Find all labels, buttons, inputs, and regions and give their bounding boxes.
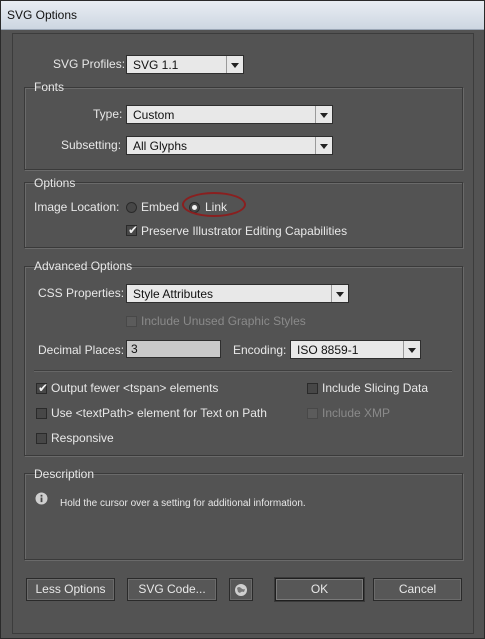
subsetting-label: Subsetting:: [61, 138, 122, 152]
web-preview-button[interactable]: [229, 578, 253, 601]
css-properties-value: Style Attributes: [133, 287, 214, 301]
embed-radio[interactable]: [126, 202, 137, 213]
use-textpath-checkbox[interactable]: [36, 408, 47, 419]
css-properties-label: CSS Properties:: [38, 286, 125, 300]
image-location-label: Image Location:: [34, 200, 120, 214]
chevron-down-icon: [331, 285, 348, 302]
embed-label[interactable]: Embed: [141, 200, 179, 214]
use-textpath-label[interactable]: Use <textPath> element for Text on Path: [51, 406, 267, 420]
dialog-body: SVG Profiles: SVG 1.1 Fonts Type: Custom…: [12, 33, 474, 634]
preserve-editing-checkbox[interactable]: ✔: [126, 223, 139, 237]
window-title: SVG Options: [7, 8, 78, 22]
chevron-down-icon: [226, 56, 243, 73]
chevron-down-icon: [315, 137, 332, 154]
encoding-value: ISO 8859-1: [297, 343, 359, 357]
options-group-title: Options: [34, 176, 76, 190]
subsetting-select[interactable]: All Glyphs: [126, 136, 333, 155]
svg-profiles-value: SVG 1.1: [133, 58, 179, 72]
font-type-select[interactable]: Custom: [126, 105, 333, 124]
svg-options-dialog: SVG Options SVG Profiles: SVG 1.1 Fonts …: [0, 0, 485, 639]
subsetting-value: All Glyphs: [133, 139, 188, 153]
svg-code-button[interactable]: SVG Code...: [127, 578, 217, 601]
less-options-button[interactable]: Less Options: [26, 578, 115, 601]
globe-icon: [234, 583, 248, 604]
preserve-editing-label[interactable]: Preserve Illustrator Editing Capabilitie…: [141, 224, 347, 238]
advanced-options-title: Advanced Options: [34, 259, 133, 273]
options-group: [24, 182, 463, 248]
info-icon: [35, 492, 48, 508]
encoding-label: Encoding:: [233, 343, 287, 357]
font-type-label: Type:: [93, 107, 123, 121]
title-bar[interactable]: SVG Options: [1, 1, 484, 30]
include-unused-styles-label: Include Unused Graphic Styles: [141, 314, 306, 328]
include-slicing-data-checkbox[interactable]: [307, 383, 318, 394]
css-properties-select[interactable]: Style Attributes: [126, 284, 349, 303]
responsive-label[interactable]: Responsive: [51, 431, 114, 445]
description-title: Description: [34, 467, 95, 481]
include-xmp-checkbox: [307, 408, 318, 419]
svg-profiles-select[interactable]: SVG 1.1: [126, 55, 244, 74]
svg-profiles-label: SVG Profiles:: [53, 57, 126, 71]
include-slicing-data-label[interactable]: Include Slicing Data: [322, 381, 428, 395]
fonts-group-title: Fonts: [34, 80, 65, 94]
decimal-places-label: Decimal Places:: [38, 343, 125, 357]
fonts-group: [24, 87, 463, 170]
include-xmp-label: Include XMP: [322, 406, 391, 420]
chevron-down-icon: [315, 106, 332, 123]
cancel-button[interactable]: Cancel: [373, 578, 462, 601]
checkmark-icon: ✔: [38, 381, 49, 395]
font-type-value: Custom: [133, 108, 175, 122]
ok-button[interactable]: OK: [275, 578, 364, 601]
checkmark-icon: ✔: [128, 223, 139, 237]
decimal-places-input[interactable]: 3: [126, 340, 221, 358]
chevron-down-icon: [403, 341, 420, 358]
include-unused-styles-checkbox: [126, 316, 137, 327]
output-fewer-tspan-label[interactable]: Output fewer <tspan> elements: [51, 381, 218, 395]
advanced-separator: [34, 370, 452, 372]
encoding-select[interactable]: ISO 8859-1: [290, 340, 421, 359]
annotation-circle: [182, 192, 246, 217]
output-fewer-tspan-checkbox[interactable]: ✔: [36, 381, 49, 395]
description-group: [24, 473, 463, 560]
description-text: Hold the cursor over a setting for addit…: [60, 498, 306, 509]
responsive-checkbox[interactable]: [36, 433, 47, 444]
